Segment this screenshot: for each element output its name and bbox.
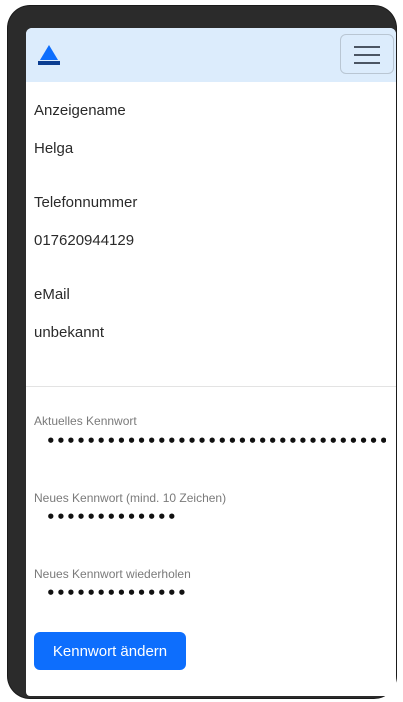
email-value: unbekannt — [34, 324, 105, 341]
phone-label: Telefonnummer — [34, 194, 138, 211]
current-password-input[interactable]: ••••••••••••••••••••••••••••••••••••••••… — [46, 432, 386, 450]
new-password-input[interactable]: ••••••••••••• — [46, 508, 177, 526]
display-name-label: Anzeigename — [34, 102, 126, 119]
hamburger-menu-button[interactable] — [340, 34, 394, 74]
phone-frame: Anzeigename Helga Telefonnummer 01762094… — [8, 6, 396, 698]
app-screen: Anzeigename Helga Telefonnummer 01762094… — [26, 28, 396, 696]
change-password-button[interactable]: Kennwort ändern — [34, 632, 186, 670]
sailboat-logo-icon[interactable] — [36, 44, 62, 66]
display-name-value: Helga — [34, 140, 74, 157]
current-password-label: Aktuelles Kennwort — [34, 414, 137, 428]
email-label: eMail — [34, 286, 70, 303]
repeat-password-input[interactable]: •••••••••••••• — [46, 584, 187, 602]
repeat-password-label: Neues Kennwort wiederholen — [34, 567, 191, 581]
hamburger-icon-line — [354, 54, 380, 56]
divider — [26, 386, 396, 387]
hamburger-icon-line — [354, 62, 380, 64]
hamburger-icon — [354, 46, 380, 48]
phone-value: 017620944129 — [34, 232, 135, 249]
navbar — [26, 28, 396, 82]
new-password-label: Neues Kennwort (mind. 10 Zeichen) — [34, 491, 227, 505]
